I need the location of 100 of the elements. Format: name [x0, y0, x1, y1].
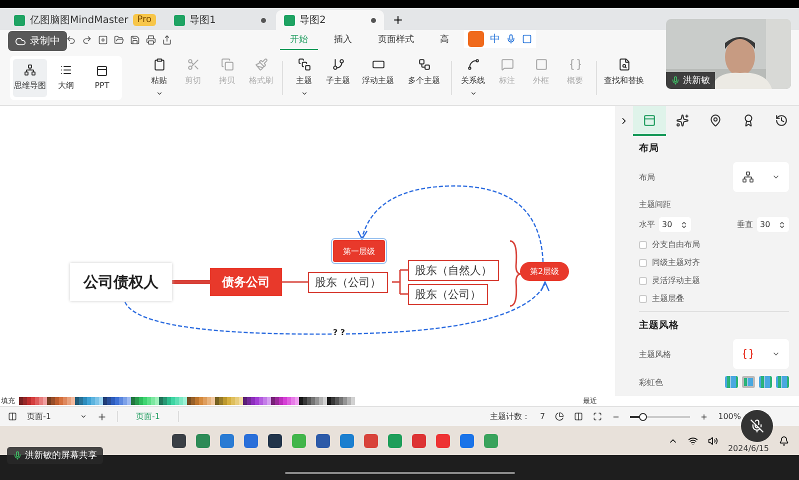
zoom-in-icon[interactable] [700, 412, 708, 420]
ribbon-button[interactable]: 粘贴 [142, 58, 176, 97]
wifi-icon[interactable] [688, 436, 698, 446]
taskbar-app-icon[interactable] [172, 434, 186, 448]
summary-topic[interactable]: 第2层级 [520, 262, 569, 281]
ribbon-button[interactable]: 多个主题 [401, 58, 447, 97]
root-topic[interactable]: 公司债权人 [70, 263, 172, 301]
app-logo-icon [284, 14, 295, 26]
save-icon[interactable] [130, 35, 140, 45]
ribbon-button[interactable]: 子主题 [321, 58, 355, 97]
checkbox-label: 同级主题对齐 [652, 257, 700, 268]
fit-icon[interactable] [593, 412, 602, 421]
ribbon-button[interactable]: 主题 [287, 58, 321, 97]
color-scheme-swatch[interactable] [725, 376, 738, 388]
caret-icon [80, 413, 87, 420]
mic-icon [671, 76, 680, 85]
field-label: 水平 [639, 219, 655, 230]
ribbon-button[interactable]: 浮动主题 [355, 58, 401, 97]
caret-icon [772, 350, 780, 358]
layout-dropdown[interactable] [733, 162, 789, 192]
field-label: 主题风格 [639, 348, 671, 360]
spin-field[interactable]: 30 [659, 217, 691, 232]
open-icon[interactable] [114, 35, 124, 45]
menu-tab[interactable]: 页面样式 [368, 30, 424, 50]
slider-thumb[interactable] [639, 412, 648, 420]
document-tab[interactable]: 亿图脑图MindMaster Pro [6, 10, 164, 30]
new-icon[interactable] [98, 35, 108, 45]
field-label: 布局 [639, 172, 655, 182]
pie-icon[interactable] [555, 412, 564, 421]
app-logo-icon [174, 14, 185, 26]
nodes-icon [418, 58, 430, 71]
pro-badge: Pro [133, 14, 156, 26]
caret-icon [772, 173, 780, 181]
checkbox-label: 分支自由布局 [652, 239, 700, 250]
slide-icon [96, 65, 108, 77]
relationship-label[interactable]: ? ? [333, 328, 346, 337]
page-select[interactable]: 页面-1 [27, 411, 87, 422]
subtopic[interactable]: 股东（公司） [308, 272, 388, 293]
print-icon[interactable] [146, 35, 156, 45]
document-tab[interactable]: 导图1 [166, 10, 274, 30]
columns-icon[interactable] [574, 412, 584, 421]
subtopic[interactable]: 股东（公司） [408, 284, 488, 305]
main-topic[interactable]: 债务公司 [210, 268, 282, 296]
brace-icon [742, 348, 754, 360]
menu-tab[interactable]: 高 [430, 30, 459, 50]
name-text: 洪新敏 [683, 74, 710, 87]
map-pin-icon [709, 114, 722, 126]
view-mode-button[interactable]: 大纲 [49, 58, 83, 96]
panel-toggle-icon[interactable] [8, 412, 17, 421]
unsaved-dot-icon [260, 18, 266, 22]
taskbar-app-icon[interactable] [316, 434, 330, 448]
award-icon [742, 114, 755, 126]
subtopic[interactable]: 股东（自然人） [408, 260, 499, 281]
spin-field[interactable]: 30 [757, 217, 789, 232]
checkbox[interactable] [639, 240, 647, 248]
add-page-icon[interactable] [97, 412, 107, 422]
layout-icon [643, 114, 656, 126]
view-mode-button[interactable]: 思维导图 [13, 58, 47, 96]
color-scheme-swatch[interactable] [742, 376, 755, 388]
new-tab-icon[interactable] [392, 14, 404, 26]
checkbox-label: 灵活浮动主题 [652, 275, 700, 286]
checkbox[interactable] [639, 276, 647, 284]
mic-icon[interactable] [506, 34, 516, 44]
zoom-value: 100% [718, 412, 741, 421]
ribbon-button[interactable]: 关系线 [456, 58, 490, 97]
color-scheme-swatch[interactable] [759, 376, 772, 388]
network-icon [24, 64, 36, 76]
network-icon [742, 171, 754, 183]
redo-icon[interactable] [82, 35, 92, 45]
share-text: 洪新敏的屏幕共享 [25, 450, 97, 462]
topic-count: 主题计数： [490, 411, 530, 422]
view-mode-button[interactable]: PPT [85, 58, 119, 96]
cloud-icon [15, 36, 26, 46]
checkbox[interactable] [639, 294, 647, 302]
taskbar-date: 2024/6/15 [728, 444, 769, 453]
callout-topic[interactable]: 第一层级 [333, 240, 385, 262]
volume-icon[interactable] [708, 436, 718, 446]
field-label: 主题间距 [639, 199, 672, 210]
ribbon-button[interactable]: 查找和替换 [601, 58, 647, 97]
bell-icon[interactable] [779, 436, 789, 446]
document-tab[interactable]: 导图2 [276, 10, 384, 30]
undo-icon[interactable] [66, 35, 76, 45]
checkbox[interactable] [639, 258, 647, 266]
speech-bubble-icon [500, 58, 514, 71]
color-scheme-swatch[interactable] [776, 376, 789, 388]
stepper-icon[interactable] [778, 220, 786, 228]
caret-icon [470, 90, 476, 97]
clipboard-icon [152, 58, 166, 71]
export-icon[interactable] [162, 35, 172, 45]
mic-icon [13, 451, 22, 460]
caret-icon [300, 90, 308, 97]
stepper-icon[interactable] [680, 220, 688, 228]
taskbar-app-icon[interactable] [268, 434, 282, 448]
caret-icon [156, 90, 162, 97]
recording-badge[interactable]: 录制中 [8, 31, 67, 51]
unsaved-dot-icon [370, 18, 376, 22]
mic-off-icon [750, 419, 764, 433]
topic-count-value: 7 [540, 412, 546, 421]
menu-tab[interactable]: 插入 [324, 30, 362, 50]
ime-toolbar[interactable]: 中 [464, 30, 536, 48]
